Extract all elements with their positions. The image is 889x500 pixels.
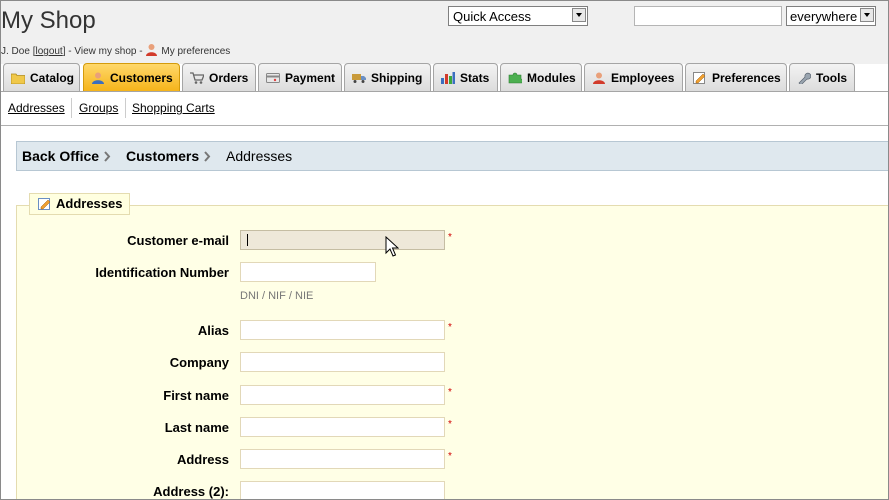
form-legend-label: Addresses bbox=[56, 196, 123, 211]
preferences-icon bbox=[693, 72, 706, 84]
tab-payment[interactable]: Payment bbox=[258, 63, 342, 91]
wrench-icon bbox=[798, 72, 811, 84]
address-form bbox=[16, 205, 888, 499]
chevron-down-icon[interactable] bbox=[860, 8, 874, 22]
tab-label: Catalog bbox=[30, 71, 75, 85]
address2-label: Address (2): bbox=[153, 484, 229, 499]
subnav-separator bbox=[125, 98, 126, 118]
tab-label: Tools bbox=[816, 71, 848, 85]
first-name-label: First name bbox=[163, 388, 229, 403]
tab-label: Preferences bbox=[712, 71, 781, 85]
chevron-right-icon bbox=[204, 151, 211, 162]
chevron-down-icon[interactable] bbox=[572, 8, 586, 22]
mouse-pointer-icon bbox=[385, 236, 399, 257]
truck-icon bbox=[352, 74, 366, 83]
main-tabs: Catalog Customers Orders Payment Shippin… bbox=[1, 62, 888, 92]
required-marker: * bbox=[448, 232, 452, 243]
search-input[interactable] bbox=[634, 6, 782, 26]
tab-stats[interactable]: Stats bbox=[433, 63, 498, 91]
shop-title: My Shop bbox=[1, 7, 96, 34]
tab-label: Modules bbox=[527, 71, 576, 85]
breadcrumb-back-office[interactable]: Back Office bbox=[22, 148, 99, 164]
sub-navigation: Addresses Groups Shopping Carts bbox=[1, 92, 888, 126]
bar-chart-icon bbox=[441, 72, 455, 84]
tab-modules[interactable]: Modules bbox=[500, 63, 582, 91]
employee-icon bbox=[593, 72, 605, 84]
breadcrumb: Back Office Customers Addresses bbox=[16, 141, 888, 171]
last-name-field[interactable] bbox=[240, 417, 445, 437]
required-marker: * bbox=[448, 322, 452, 333]
identification-number-label: Identification Number bbox=[95, 265, 229, 280]
cart-icon bbox=[190, 72, 204, 84]
card-icon bbox=[266, 73, 280, 83]
last-name-label: Last name bbox=[164, 420, 229, 435]
view-shop-link[interactable]: - View my shop - bbox=[68, 46, 142, 57]
company-label: Company bbox=[169, 355, 229, 370]
edit-icon bbox=[38, 198, 51, 210]
search-scope-value: everywhere bbox=[790, 9, 858, 24]
header: My Shop J. Doe [logout] - View my shop -… bbox=[1, 1, 888, 64]
text-caret bbox=[247, 234, 248, 246]
tab-catalog[interactable]: Catalog bbox=[3, 63, 80, 91]
my-preferences-link[interactable]: My preferences bbox=[161, 46, 230, 57]
identification-number-field[interactable] bbox=[240, 262, 376, 282]
required-marker: * bbox=[448, 451, 452, 462]
first-name-field[interactable] bbox=[240, 385, 445, 405]
tab-label: Employees bbox=[611, 71, 675, 85]
user-name: J. Doe bbox=[1, 46, 30, 57]
address2-field[interactable] bbox=[240, 481, 445, 499]
subnav-addresses[interactable]: Addresses bbox=[8, 101, 65, 115]
tab-label: Stats bbox=[460, 71, 490, 85]
identification-hint: DNI / NIF / NIE bbox=[240, 290, 314, 302]
subnav-groups[interactable]: Groups bbox=[79, 101, 118, 115]
subnav-shopping-carts[interactable]: Shopping Carts bbox=[132, 101, 215, 115]
tab-preferences[interactable]: Preferences bbox=[685, 63, 787, 91]
tab-customers[interactable]: Customers bbox=[83, 63, 180, 91]
alias-label: Alias bbox=[197, 323, 229, 338]
customer-email-label: Customer e-mail bbox=[127, 233, 229, 248]
quick-access-value: Quick Access bbox=[453, 9, 532, 24]
address-field[interactable] bbox=[240, 449, 445, 469]
required-marker: * bbox=[448, 387, 452, 398]
tab-label: Payment bbox=[285, 71, 336, 85]
browser-frame: My Shop J. Doe [logout] - View my shop -… bbox=[0, 0, 889, 500]
tab-orders[interactable]: Orders bbox=[182, 63, 256, 91]
tab-tools[interactable]: Tools bbox=[789, 63, 855, 91]
breadcrumb-customers[interactable]: Customers bbox=[126, 148, 199, 164]
search-scope-select[interactable]: everywhere bbox=[786, 6, 876, 26]
bracket-close: ] bbox=[62, 46, 66, 57]
tab-label: Customers bbox=[110, 71, 173, 85]
address-label: Address bbox=[176, 452, 229, 467]
form-legend: Addresses bbox=[29, 193, 131, 215]
tab-label: Orders bbox=[209, 71, 249, 85]
customer-icon bbox=[92, 72, 104, 84]
chevron-right-icon bbox=[104, 151, 111, 162]
folder-icon bbox=[11, 73, 25, 84]
user-line: J. Doe [logout] - View my shop - My pref… bbox=[1, 43, 230, 57]
tab-label: Shipping bbox=[371, 71, 423, 85]
required-marker: * bbox=[448, 419, 452, 430]
puzzle-icon bbox=[508, 72, 522, 84]
company-field[interactable] bbox=[240, 352, 445, 372]
tab-shipping[interactable]: Shipping bbox=[344, 63, 431, 91]
subnav-separator bbox=[71, 98, 72, 118]
alias-field[interactable] bbox=[240, 320, 445, 340]
logout-link[interactable]: logout bbox=[35, 46, 62, 57]
quick-access-select[interactable]: Quick Access bbox=[448, 6, 588, 26]
customer-email-field[interactable] bbox=[240, 230, 445, 250]
breadcrumb-addresses: Addresses bbox=[226, 148, 293, 164]
tab-employees[interactable]: Employees bbox=[584, 63, 683, 91]
employee-icon bbox=[146, 44, 158, 56]
